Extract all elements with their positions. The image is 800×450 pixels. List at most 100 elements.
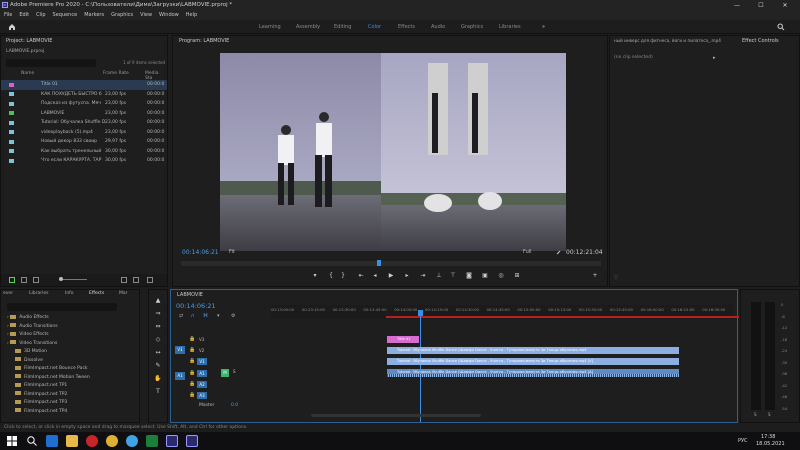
tab-effects[interactable]: Effects	[89, 291, 104, 296]
step-back-icon[interactable]: ◂	[371, 272, 379, 280]
menu-clip[interactable]: Clip	[36, 11, 45, 20]
effects-tree-item[interactable]: FilmImpact.net TP3	[1, 399, 141, 408]
add-marker-icon[interactable]: ▾	[311, 272, 319, 280]
camera-icon[interactable]: ◙	[465, 272, 473, 280]
meter-solo-left[interactable]: S	[754, 412, 757, 417]
vr-icon[interactable]: ◎	[497, 272, 505, 280]
home-icon[interactable]	[8, 23, 16, 31]
app-taskbar-icon[interactable]	[86, 435, 98, 447]
source-tab[interactable]: ный инверс для фитнеса, йоги и пилатеса_…	[614, 38, 734, 43]
zoom-slider[interactable]	[59, 279, 87, 280]
nest-icon[interactable]: ⇄	[179, 313, 183, 319]
edge-browser-icon[interactable]	[46, 435, 58, 447]
effects-tree-item[interactable]: › Audio Transitions	[1, 323, 141, 332]
menu-help[interactable]: Help	[186, 11, 197, 20]
linked-selection-icon[interactable]: ⌘	[203, 313, 208, 319]
workspace-effects[interactable]: Effects	[398, 20, 415, 34]
menu-sequence[interactable]: Sequence	[53, 11, 78, 20]
timeline-tab[interactable]: LABMOVIE	[177, 291, 203, 300]
effects-tree-item[interactable]: FilmImpact.net TP4	[1, 408, 141, 417]
effects-tree-item[interactable]: Dissolve	[1, 357, 141, 366]
effects-tree-item[interactable]: FilmImpact.net TP2	[1, 391, 141, 400]
effects-tree-item[interactable]: FilmImpact.net TP1	[1, 382, 141, 391]
effects-tree-item[interactable]: 3D Motion	[1, 348, 141, 357]
source-patch-a1[interactable]: A1	[175, 372, 185, 380]
track-select-tool-icon[interactable]: ⇒	[154, 310, 162, 318]
slip-tool-icon[interactable]: ↔	[154, 349, 162, 357]
hand-tool-icon[interactable]: ✋	[154, 375, 162, 383]
panel-play-icon[interactable]: ▸	[713, 55, 716, 61]
premiere-taskbar-icon[interactable]	[166, 435, 178, 447]
lock-v3-icon[interactable]: 🔒	[189, 336, 195, 342]
lock-a3-icon[interactable]: 🔒	[189, 392, 195, 398]
video-clip-v2[interactable]: Tutorial: Обучалка Shuffle Dance (Шаффл …	[387, 347, 679, 354]
project-item[interactable]: Подсказ из футуспа. Мяч 23,00 fps 00:00:0	[1, 99, 167, 109]
go-to-in-icon[interactable]: ⇤	[357, 272, 365, 280]
workspace-more-icon[interactable]: »	[542, 20, 545, 34]
resolution-select[interactable]: Full	[523, 249, 532, 255]
close-button[interactable]: ✕	[776, 0, 794, 11]
step-forward-icon[interactable]: ▸	[403, 272, 411, 280]
selection-tool-icon[interactable]: ▲	[154, 297, 162, 305]
playhead-marker[interactable]	[377, 260, 381, 266]
type-tool-icon[interactable]: T	[154, 388, 162, 396]
icon-view-icon[interactable]	[33, 277, 39, 283]
menu-window[interactable]: Window	[159, 11, 179, 20]
zoom-fit-select[interactable]: Fit	[229, 249, 251, 257]
workspace-audio[interactable]: Audio	[431, 20, 445, 34]
video-clip-v1[interactable]: Tutorial: Обучалка Shuffle Dance (Шаффл …	[387, 358, 679, 365]
track-target-v1[interactable]: V1	[197, 358, 207, 365]
wrench-icon[interactable]	[556, 249, 562, 255]
list-view-icon[interactable]	[21, 277, 27, 283]
add-marker-timeline-icon[interactable]: ▾	[217, 313, 220, 319]
mute-a1-button[interactable]: M	[221, 369, 229, 377]
minimize-button[interactable]: —	[728, 0, 746, 11]
zoom-slider-handle[interactable]	[59, 277, 63, 281]
header-frame-rate[interactable]: Frame Rate	[103, 71, 129, 76]
clock-date[interactable]: 18.05.2021	[756, 441, 785, 447]
keyboard-language[interactable]: РУС	[738, 438, 748, 444]
mark-out-icon[interactable]: }	[339, 272, 347, 280]
timeline-settings-icon[interactable]: ⚙	[231, 313, 235, 319]
project-tab[interactable]: Project: LABMOVIE	[6, 37, 52, 46]
project-item[interactable]: videoplayback (5).mp4 23,00 fps 00:00:0	[1, 128, 167, 138]
effect-controls-tab[interactable]: Effect Controls	[742, 37, 779, 46]
search-icon[interactable]	[777, 23, 785, 31]
trash-icon[interactable]	[147, 277, 153, 283]
work-area-bar[interactable]	[386, 316, 739, 318]
new-item-icon[interactable]	[133, 277, 139, 283]
project-item[interactable]: LABMOVIE 23,00 fps 00:00:0	[1, 109, 167, 119]
timeline-playhead[interactable]	[420, 310, 421, 422]
header-name[interactable]: Name	[21, 71, 34, 76]
razor-tool-icon[interactable]: ◇	[154, 336, 162, 344]
tab-info[interactable]: Info	[65, 291, 74, 296]
meter-solo-right[interactable]: S	[768, 412, 771, 417]
workspace-graphics[interactable]: Graphics	[461, 20, 483, 34]
effects-tree-item[interactable]: › Audio Effects	[1, 314, 141, 323]
windows-start-icon[interactable]	[6, 435, 18, 447]
source-patch-v1[interactable]: V1	[175, 346, 185, 354]
program-scrub-bar[interactable]	[181, 261, 601, 266]
add-button-icon[interactable]: +	[591, 272, 599, 280]
timeline-timecode[interactable]: 00:14:06:21	[176, 302, 216, 310]
extract-icon[interactable]: ⊤	[449, 272, 457, 280]
project-item[interactable]: Title 01 00:00:0	[1, 80, 167, 90]
lock-a2-icon[interactable]: 🔒	[189, 381, 195, 387]
effects-tree-item[interactable]: FilmImpact.net Motion Tween	[1, 374, 141, 383]
play-icon[interactable]: ▶	[387, 272, 395, 280]
menu-view[interactable]: View	[140, 11, 152, 20]
timeline-playhead-handle[interactable]	[418, 310, 423, 316]
effects-tree-item[interactable]: FilmImpact.net Bounce Pack	[1, 365, 141, 374]
trim-icon[interactable]: ⊞	[513, 272, 521, 280]
project-item[interactable]: Как выбрать тренельный 30,00 fps 00:00:0	[1, 147, 167, 157]
new-bin-icon[interactable]	[121, 277, 127, 283]
track-target-a3[interactable]: A3	[197, 392, 207, 399]
project-item[interactable]: Что если КАРАКУРТА. ТАР 30,00 fps 00:00:0	[1, 156, 167, 166]
premiere-taskbar-icon-2[interactable]	[186, 435, 198, 447]
ripple-edit-tool-icon[interactable]: ⇔	[154, 323, 162, 331]
program-timecode[interactable]: 00:14:06:21	[182, 249, 219, 256]
lift-icon[interactable]: ⊥	[435, 272, 443, 280]
menu-edit[interactable]: Edit	[19, 11, 29, 20]
go-to-out-icon[interactable]: ⇥	[419, 272, 427, 280]
comparison-view-icon[interactable]: ▣	[481, 272, 489, 280]
